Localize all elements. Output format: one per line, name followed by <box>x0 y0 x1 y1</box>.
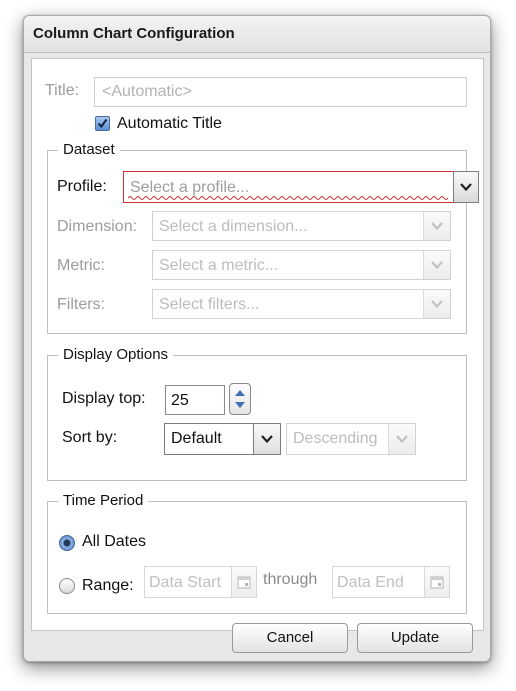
sort-by-select[interactable]: Default <box>164 423 281 455</box>
profile-select[interactable]: Select a profile... <box>123 171 453 203</box>
sort-order-select[interactable]: Descending <box>286 423 416 455</box>
calendar-icon <box>237 576 251 589</box>
chevron-down-icon <box>431 261 443 269</box>
chevron-down-icon <box>460 183 472 191</box>
cancel-button[interactable]: Cancel <box>232 623 348 653</box>
metric-label: Metric: <box>57 257 105 274</box>
metric-select[interactable]: Select a metric... <box>152 250 451 280</box>
title-input-placeholder: <Automatic> <box>102 83 192 100</box>
cancel-button-label: Cancel <box>266 629 314 646</box>
range-radio[interactable] <box>59 578 75 594</box>
dialog-titlebar[interactable]: Column Chart Configuration <box>24 16 490 53</box>
sort-by-value: Default <box>171 430 222 447</box>
chevron-down-icon <box>396 435 408 443</box>
display-top-label: Display top: <box>62 390 146 407</box>
dimension-select[interactable]: Select a dimension... <box>152 211 451 241</box>
range-end-calendar-button[interactable] <box>424 567 449 597</box>
filters-label: Filters: <box>57 296 105 313</box>
time-period-legend: Time Period <box>58 492 149 509</box>
display-top-value: 25 <box>171 392 189 409</box>
spellcheck-squiggle <box>128 196 448 200</box>
range-start-input[interactable]: Data Start <box>144 566 257 598</box>
range-end-input[interactable]: Data End <box>332 566 450 598</box>
title-input[interactable]: <Automatic> <box>94 77 467 107</box>
sort-by-label: Sort by: <box>62 429 118 446</box>
sort-order-value: Descending <box>293 430 378 447</box>
update-button[interactable]: Update <box>357 623 473 653</box>
display-options-group: Display Options <box>47 346 467 481</box>
chevron-down-icon <box>261 435 273 443</box>
sort-by-dropdown-button[interactable] <box>253 424 280 454</box>
column-chart-config-dialog: Column Chart Configuration Title: <Autom… <box>23 15 491 662</box>
dataset-legend: Dataset <box>58 141 120 158</box>
through-label: through <box>263 571 318 588</box>
filters-dropdown-button[interactable] <box>423 290 450 318</box>
all-dates-radio[interactable] <box>59 535 75 551</box>
calendar-icon <box>430 576 444 589</box>
metric-select-placeholder: Select a metric... <box>159 257 279 274</box>
dimension-select-placeholder: Select a dimension... <box>159 218 308 235</box>
automatic-title-label: Automatic Title <box>117 115 222 132</box>
filters-select-placeholder: Select filters... <box>159 296 260 313</box>
range-label: Range: <box>82 577 134 594</box>
display-options-legend: Display Options <box>58 346 174 363</box>
profile-select-placeholder: Select a profile... <box>130 179 250 196</box>
dialog-title: Column Chart Configuration <box>33 25 235 42</box>
profile-dropdown-button[interactable] <box>453 171 479 203</box>
dimension-dropdown-button[interactable] <box>423 212 450 240</box>
range-start-calendar-button[interactable] <box>231 567 256 597</box>
chevron-down-icon <box>431 222 443 230</box>
dimension-label: Dimension: <box>57 218 138 235</box>
sort-order-dropdown-button[interactable] <box>388 424 415 454</box>
chevron-down-icon <box>431 300 443 308</box>
update-button-label: Update <box>390 629 440 646</box>
range-start-placeholder: Data Start <box>149 574 222 591</box>
range-end-placeholder: Data End <box>337 574 404 591</box>
title-label: Title: <box>45 82 80 99</box>
profile-label: Profile: <box>57 178 107 195</box>
checkmark-icon <box>97 118 108 129</box>
all-dates-label: All Dates <box>82 533 147 550</box>
dialog-content: Title: <Automatic> Automatic Title Datas… <box>31 58 484 631</box>
filters-select[interactable]: Select filters... <box>152 289 451 319</box>
automatic-title-checkbox[interactable] <box>95 116 110 131</box>
stepper-arrows-icon <box>235 390 245 408</box>
display-top-input[interactable]: 25 <box>165 385 225 415</box>
display-top-stepper[interactable] <box>229 383 251 415</box>
metric-dropdown-button[interactable] <box>423 251 450 279</box>
